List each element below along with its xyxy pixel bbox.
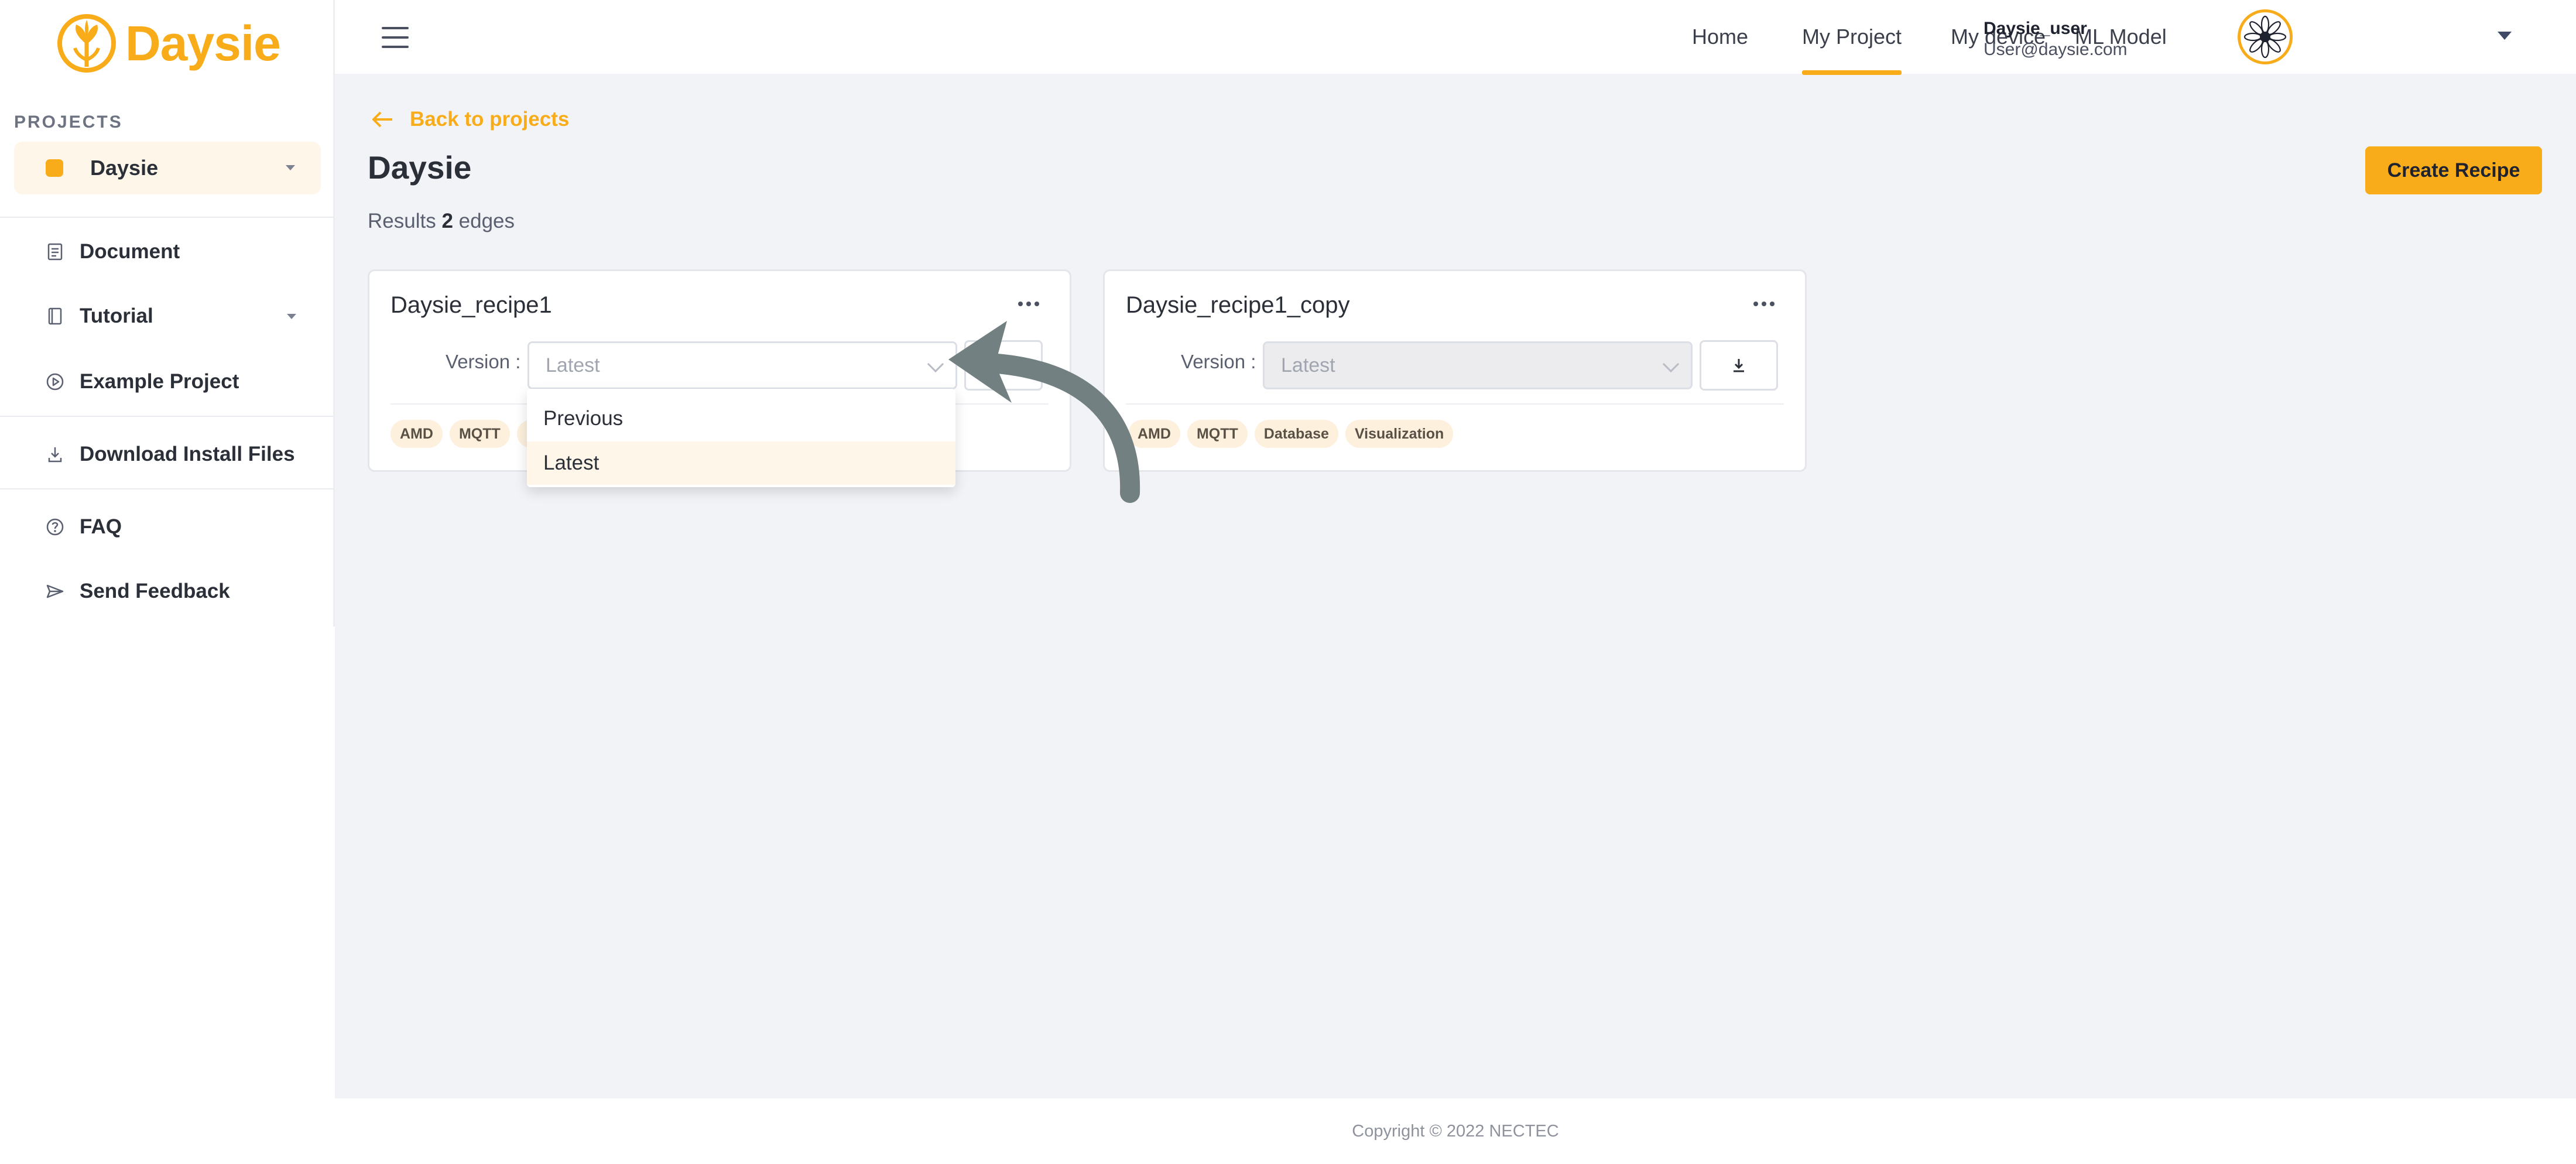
recipe-title: Daysie_recipe1 <box>390 292 552 318</box>
results-prefix: Results <box>368 210 436 232</box>
active-tab-indicator <box>1802 70 1902 75</box>
tag-mqtt: MQTT <box>449 420 510 448</box>
user-email: User@daysie.com <box>1984 40 2128 59</box>
sidebar-item-send-feedback[interactable]: Send Feedback <box>0 563 335 619</box>
topnav-home[interactable]: Home <box>1692 0 1748 74</box>
sidebar-item-label: Example Project <box>80 370 239 393</box>
tag-database: Database <box>1254 420 1338 448</box>
tag-list: AMD MQTT Database Visualization <box>1128 420 1454 448</box>
arrow-left-icon <box>372 111 392 128</box>
avatar[interactable] <box>2238 9 2293 64</box>
version-label: Version : <box>446 351 521 372</box>
sidebar-divider <box>0 416 335 417</box>
daisy-avatar-icon <box>2241 12 2290 61</box>
card-divider <box>1126 403 1784 405</box>
back-link-label: Back to projects <box>410 108 570 131</box>
logo-text: Daysie <box>125 15 281 71</box>
user-name: Daysie_user <box>1984 19 2087 38</box>
recipe-title: Daysie_recipe1_copy <box>1126 292 1350 318</box>
sidebar-item-label: Download Install Files <box>80 443 295 465</box>
footer: Copyright © 2022 NECTEC <box>335 1098 2576 1164</box>
sidebar-item-label: Tutorial <box>80 304 153 327</box>
sidebar-divider <box>0 217 335 218</box>
book-icon <box>48 307 62 325</box>
more-options-icon[interactable] <box>1753 302 1775 306</box>
dropdown-option-latest[interactable]: Latest <box>527 441 955 485</box>
version-select-value: Latest <box>1281 354 1335 376</box>
sidebar-divider <box>0 488 335 489</box>
top-navbar: Home My Project My device ML Model Daysi… <box>335 0 2576 75</box>
tag-visualization: Visualization <box>1345 420 1454 448</box>
daisy-logo-icon <box>57 14 116 73</box>
sidebar-item-example-project[interactable]: Example Project <box>0 354 335 410</box>
download-button[interactable] <box>1700 340 1778 391</box>
caret-down-icon <box>287 314 296 319</box>
page-title: Daysie <box>368 149 472 186</box>
version-select[interactable]: Latest <box>527 341 957 389</box>
project-selector[interactable]: Daysie <box>14 142 321 194</box>
sidebar-item-faq[interactable]: FAQ <box>0 499 335 555</box>
document-icon <box>47 243 63 261</box>
more-options-icon[interactable] <box>1018 302 1039 306</box>
create-recipe-button[interactable]: Create Recipe <box>2365 146 2542 194</box>
sidebar: Daysie PROJECTS Daysie Document Tutorial… <box>0 0 335 1164</box>
tag-amd: AMD <box>390 420 443 448</box>
copyright-text: Copyright © 2022 NECTEC <box>1352 1121 1559 1141</box>
main-content <box>335 74 2576 1098</box>
sidebar-item-label: FAQ <box>80 515 122 538</box>
sidebar-item-label: Send Feedback <box>80 580 230 602</box>
projects-section-label: PROJECTS <box>14 112 123 132</box>
sidebar-item-document[interactable]: Document <box>0 224 335 280</box>
version-label: Version : <box>1181 351 1256 372</box>
results-summary: Results 2 edges <box>368 210 515 233</box>
topnav-my-project-label: My Project <box>1802 25 1902 49</box>
project-selector-label: Daysie <box>90 156 159 180</box>
caret-down-icon <box>286 165 295 170</box>
sidebar-item-label: Document <box>80 240 180 263</box>
topnav-ml-model[interactable]: ML Model <box>2075 0 2167 74</box>
menu-toggle-icon[interactable] <box>382 27 409 48</box>
download-icon <box>48 447 62 463</box>
sidebar-item-download-install-files[interactable]: Download Install Files <box>0 426 335 482</box>
question-circle-icon <box>46 518 64 536</box>
tag-mqtt: MQTT <box>1187 420 1248 448</box>
topnav-home-label: Home <box>1692 25 1749 49</box>
chevron-down-icon <box>1662 355 1680 373</box>
results-count: 2 <box>441 210 453 232</box>
play-circle-icon <box>46 373 64 391</box>
topnav-my-project[interactable]: My Project <box>1802 0 1902 75</box>
version-dropdown-menu: Previous Latest <box>527 389 955 487</box>
version-select-value: Latest <box>546 354 600 376</box>
results-suffix: edges <box>458 210 515 232</box>
user-menu-caret-icon[interactable] <box>2498 32 2512 40</box>
back-to-projects-link[interactable]: Back to projects <box>370 107 569 132</box>
recipe-card: Daysie_recipe1_copy Version : Latest AMD… <box>1103 269 1807 472</box>
annotation-arrow <box>948 321 1140 503</box>
project-color-dot <box>46 159 63 177</box>
download-icon <box>1734 359 1744 372</box>
send-icon <box>46 584 64 598</box>
daysie-logo[interactable]: Daysie <box>54 11 281 76</box>
version-select[interactable]: Latest <box>1263 341 1693 389</box>
dropdown-option-previous[interactable]: Previous <box>527 397 955 440</box>
sidebar-item-tutorial[interactable]: Tutorial <box>0 288 335 344</box>
